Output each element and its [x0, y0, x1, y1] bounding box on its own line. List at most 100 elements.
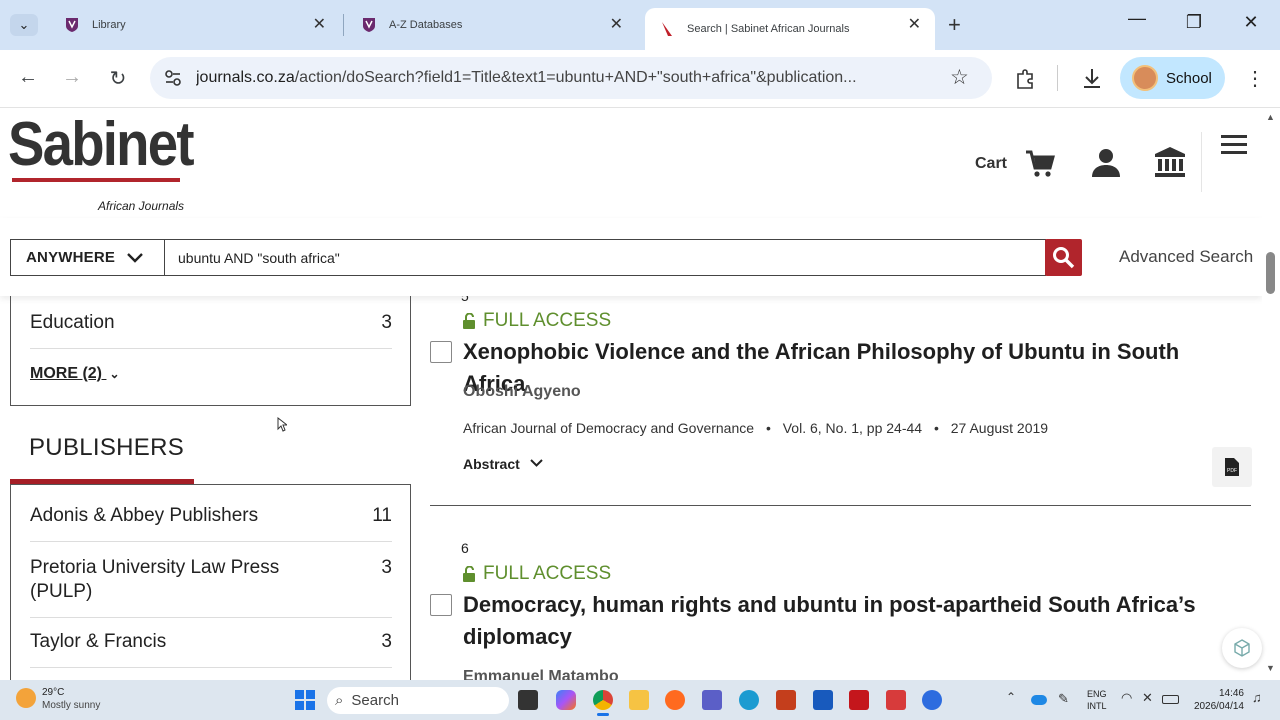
weather-sun-icon[interactable] [16, 688, 36, 708]
journal-name[interactable]: African Journal of Democracy and Governa… [463, 420, 754, 436]
close-tab-icon[interactable]: ✕ [610, 17, 623, 33]
floating-helper-button[interactable] [1222, 628, 1262, 668]
download-icon[interactable] [1081, 67, 1103, 89]
back-icon[interactable]: ← [14, 66, 42, 89]
teams-icon[interactable] [702, 690, 722, 710]
search-scope-select[interactable]: ANYWHERE [10, 239, 165, 276]
bullet-separator: • [933, 420, 939, 436]
sabinet-logo[interactable]: Sabinet African Journals [8, 110, 195, 214]
search-input[interactable]: ubuntu AND "south africa" [164, 239, 1046, 276]
result-title-link[interactable]: Democracy, human rights and ubuntu in po… [463, 589, 1208, 653]
university-crest-icon [66, 18, 78, 32]
search-button[interactable] [1045, 239, 1082, 276]
taskbar-search[interactable]: ⌕ Search [327, 687, 509, 714]
logo-underline [12, 178, 180, 182]
close-tab-icon[interactable]: ✕ [313, 17, 326, 33]
new-tab-icon[interactable]: + [948, 12, 961, 38]
file-explorer-icon[interactable] [629, 690, 649, 710]
close-tab-icon[interactable]: ✕ [908, 17, 921, 33]
language-indicator[interactable]: ENG INTL [1087, 688, 1107, 712]
user-account-icon[interactable] [1090, 147, 1122, 179]
taskbar-search-label: Search [351, 692, 399, 709]
extensions-icon[interactable] [1015, 68, 1037, 90]
abstract-label: Abstract [463, 456, 520, 472]
weather-widget[interactable]: 29°C Mostly sunny [42, 686, 100, 712]
close-window-icon[interactable]: ✕ [1236, 12, 1266, 33]
browser-menu-icon[interactable]: ⋮ [1245, 66, 1265, 91]
page-scrollbar[interactable]: ▲ ▼ [1262, 108, 1280, 680]
word-icon[interactable] [813, 690, 833, 710]
cart-label[interactable]: Cart [975, 155, 1007, 173]
forward-icon[interactable]: → [58, 66, 86, 89]
result-select-checkbox[interactable] [430, 594, 452, 616]
onedrive-icon[interactable] [1031, 695, 1047, 705]
abstract-toggle[interactable]: Abstract [463, 456, 543, 472]
result-number: 5 [461, 296, 469, 304]
firefox-icon[interactable] [665, 690, 685, 710]
facet-label: Adonis & Abbey Publishers [30, 505, 259, 526]
battery-icon[interactable] [1162, 695, 1179, 704]
search-icon: ⌕ [335, 692, 344, 709]
logo-text: Sabinet [8, 110, 195, 179]
minimize-icon[interactable]: — [1122, 8, 1152, 29]
cart-icon[interactable] [1024, 148, 1056, 180]
bookmark-star-icon[interactable]: ☆ [950, 65, 969, 90]
result-divider [430, 505, 1251, 506]
clock[interactable]: 14:46 2026/04/14 [1192, 687, 1244, 713]
facet-item-publisher[interactable]: Pretoria University Law Press (PULP) 3 [30, 556, 392, 604]
scroll-down-arrow-icon[interactable]: ▼ [1266, 663, 1275, 673]
result-select-checkbox[interactable] [430, 341, 452, 363]
facet-item-publisher[interactable]: Adonis & Abbey Publishers 11 [30, 505, 392, 527]
reload-icon[interactable]: ↻ [104, 66, 132, 91]
scrollbar-thumb[interactable] [1266, 252, 1275, 294]
url-domain: journals.co.za [196, 69, 295, 86]
facet-divider [30, 541, 392, 542]
restore-icon[interactable]: ❐ [1179, 12, 1209, 33]
results-list: 5 FULL ACCESS Xenophobic Violence and th… [430, 296, 1262, 680]
access-label: FULL ACCESS [483, 310, 612, 331]
volume-muted-icon[interactable]: ✕ [1142, 690, 1153, 706]
tab-az-databases[interactable]: A-Z Databases ✕ [347, 8, 637, 42]
chrome-icon[interactable] [593, 690, 613, 710]
acrobat-icon[interactable] [849, 690, 869, 710]
lang-line-1: ENG [1087, 689, 1107, 699]
zotero-icon[interactable] [886, 690, 906, 710]
address-bar[interactable]: journals.co.za/action/doSearch?field1=Ti… [150, 57, 992, 99]
pdf-download-button[interactable]: PDF [1212, 447, 1252, 487]
tab-title: Search | Sabinet African Journals [687, 23, 850, 35]
wifi-icon[interactable]: ◠ [1121, 690, 1132, 706]
result-author-link[interactable]: Emmanuel Matambo [463, 668, 619, 680]
scroll-up-arrow-icon[interactable]: ▲ [1266, 112, 1275, 122]
edge-icon[interactable] [739, 690, 759, 710]
tray-overflow-icon[interactable]: ⌃ [1006, 690, 1016, 704]
copilot-icon[interactable] [556, 690, 576, 710]
access-badge: FULL ACCESS [462, 563, 611, 585]
site-settings-icon[interactable] [164, 69, 182, 87]
tab-library[interactable]: Library ✕ [50, 8, 340, 42]
facet-item-education[interactable]: Education 3 [30, 312, 392, 334]
logo-subtitle: African Journals [98, 199, 185, 213]
tab-search-dropdown-icon[interactable]: ⌄ [10, 14, 38, 36]
tab-title: Library [92, 19, 126, 31]
advanced-search-link[interactable]: Advanced Search [1119, 247, 1253, 267]
zoom-icon[interactable] [922, 690, 942, 710]
volume-info: Vol. 6, No. 1, pp 24-44 [782, 420, 923, 436]
notification-bell-icon[interactable]: ♫ [1252, 690, 1262, 705]
task-view-icon[interactable] [518, 690, 538, 710]
facet-item-publisher[interactable]: Taylor & Francis 3 [30, 631, 392, 653]
facet-count: 3 [381, 312, 392, 333]
access-label: FULL ACCESS [483, 563, 612, 584]
powerpoint-icon[interactable] [776, 690, 796, 710]
profile-button[interactable]: School [1120, 57, 1225, 99]
tab-sabinet-search[interactable]: Search | Sabinet African Journals ✕ [645, 8, 935, 50]
pen-input-icon[interactable]: ✎ [1058, 691, 1069, 707]
result-author-link[interactable]: Oboshi Agyeno [463, 383, 581, 401]
windows-start-icon[interactable] [295, 690, 315, 710]
facet-divider [30, 667, 392, 668]
tab-title: A-Z Databases [389, 19, 463, 31]
facet-count: 3 [381, 557, 392, 578]
institution-icon[interactable] [1154, 146, 1186, 178]
lang-line-2: INTL [1087, 701, 1107, 711]
hamburger-menu-icon[interactable] [1221, 135, 1247, 155]
more-facets-button[interactable]: MORE (2) ⌄ [30, 365, 120, 383]
